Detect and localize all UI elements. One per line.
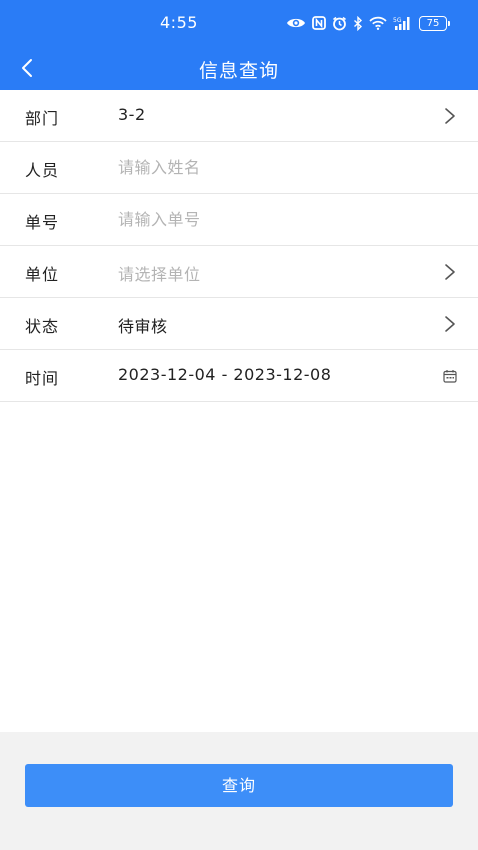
query-button[interactable]: 查询 — [25, 764, 453, 807]
person-row: 人员 — [0, 142, 478, 194]
calendar-icon[interactable] — [443, 369, 457, 383]
battery-tip — [448, 20, 450, 26]
chevron-right-icon — [445, 264, 455, 280]
department-row[interactable]: 部门 3-2 — [0, 90, 478, 142]
status-icons: 5G 75 — [286, 13, 450, 33]
battery-level: 75 — [419, 15, 447, 31]
order-number-label: 单号 — [25, 213, 60, 232]
chevron-right-icon — [445, 108, 455, 124]
signal-5g-icon: 5G — [393, 16, 413, 31]
nav-bar: 信息查询 — [0, 46, 478, 90]
status-row[interactable]: 状态 待审核 — [0, 298, 478, 350]
unit-placeholder: 请选择单位 — [118, 265, 201, 284]
department-value: 3-2 — [118, 105, 146, 124]
query-form: 部门 3-2 人员 单号 单位 请选择单位 状态 待审核 时间 2023-12-… — [0, 90, 478, 402]
status-label: 状态 — [25, 317, 60, 336]
time-row[interactable]: 时间 2023-12-04 - 2023-12-08 — [0, 350, 478, 402]
nfc-icon — [312, 16, 326, 30]
person-name-input[interactable] — [118, 154, 418, 180]
chevron-right-icon — [445, 316, 455, 332]
date-range-value: 2023-12-04 - 2023-12-08 — [118, 365, 332, 384]
unit-row[interactable]: 单位 请选择单位 — [0, 246, 478, 298]
wifi-icon — [369, 16, 387, 30]
status-value: 待审核 — [118, 317, 168, 336]
order-number-row: 单号 — [0, 194, 478, 246]
unit-label: 单位 — [25, 265, 60, 284]
department-label: 部门 — [25, 109, 60, 128]
bluetooth-icon — [353, 15, 363, 31]
battery-icon: 75 — [419, 15, 450, 31]
person-label: 人员 — [25, 161, 60, 180]
order-number-input[interactable] — [118, 206, 418, 232]
status-time: 4:55 — [160, 13, 198, 32]
time-label: 时间 — [25, 369, 60, 388]
bottom-action-area: 查询 — [0, 732, 478, 850]
eye-icon — [286, 16, 306, 30]
svg-text:5G: 5G — [393, 17, 402, 24]
page-title: 信息查询 — [198, 60, 279, 82]
status-bar: 4:55 5G 75 — [0, 0, 478, 46]
alarm-icon — [332, 16, 347, 31]
